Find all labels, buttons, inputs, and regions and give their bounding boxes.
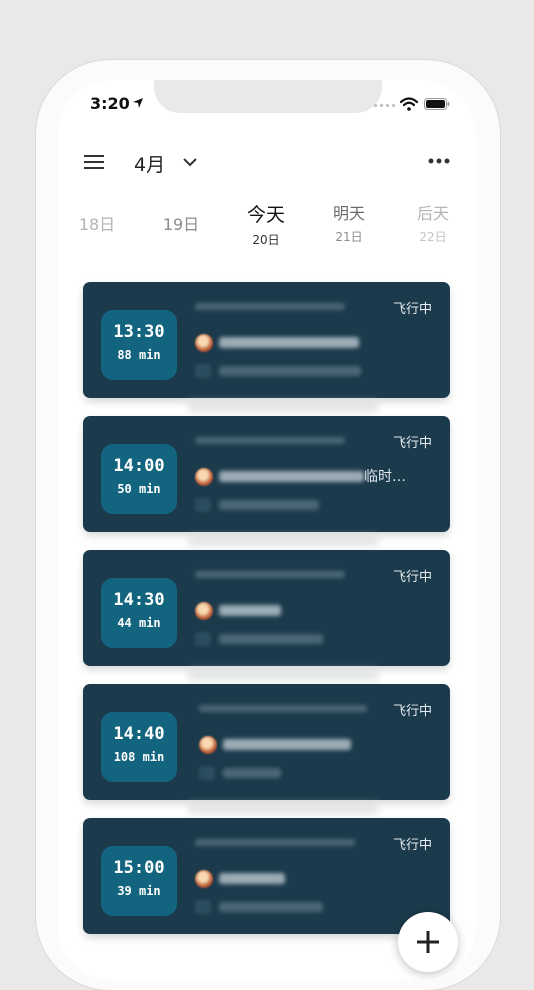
- plane-icon: [195, 900, 211, 914]
- day-tab-today[interactable]: 今天 20日: [238, 200, 294, 248]
- flight-time-box: 14:30 44 min: [101, 578, 177, 648]
- airline-logo-icon: [195, 334, 213, 352]
- status-time: 3:20: [90, 94, 130, 113]
- day-tab-tomorrow[interactable]: 明天 21日: [324, 200, 374, 245]
- flight-card[interactable]: 14:40 108 min 飞行中: [83, 684, 450, 800]
- redacted-text: [219, 366, 361, 376]
- flight-time-box: 14:40 108 min: [101, 712, 177, 782]
- flight-note: 临时…: [364, 469, 406, 485]
- redacted-text: [219, 873, 285, 884]
- flight-card[interactable]: 13:30 88 min 飞行中: [83, 282, 450, 398]
- device-notch: [154, 80, 382, 113]
- wifi-icon: [400, 97, 418, 111]
- menu-icon[interactable]: [84, 154, 104, 170]
- flight-status: 飞行中: [392, 570, 432, 585]
- redacted-text: [188, 670, 378, 680]
- flight-time: 14:00: [113, 456, 165, 476]
- plus-icon: [417, 931, 439, 953]
- flight-time: 13:30: [113, 322, 165, 342]
- day-tab-day-after[interactable]: 后天 22日: [408, 200, 458, 245]
- redacted-text: [188, 536, 378, 546]
- flight-time: 14:30: [113, 590, 165, 610]
- add-flight-button[interactable]: [398, 912, 458, 972]
- redacted-text: [223, 739, 351, 750]
- flight-time: 14:40: [113, 724, 165, 744]
- airline-logo-icon: [195, 468, 213, 486]
- flight-status: 飞行中: [392, 838, 432, 853]
- day-tab-19[interactable]: 19日: [156, 211, 206, 235]
- day-tab-18[interactable]: 18日: [72, 211, 122, 235]
- redacted-text: [195, 303, 345, 310]
- flight-duration: 39 min: [117, 884, 161, 898]
- redacted-text: [219, 337, 359, 348]
- flight-duration: 108 min: [113, 750, 165, 764]
- date-strip: 18日 19日 今天 20日 明天 21日 后天 22日: [58, 198, 476, 248]
- flight-duration: 44 min: [117, 616, 161, 630]
- redacted-text: [219, 605, 281, 616]
- flight-duration: 50 min: [117, 482, 161, 496]
- redacted-text: [199, 705, 367, 712]
- plane-icon: [195, 632, 211, 646]
- chevron-down-icon[interactable]: [182, 156, 198, 168]
- signal-dots-icon: [374, 104, 395, 107]
- flight-time-box: 14:00 50 min: [101, 444, 177, 514]
- flight-duration: 88 min: [117, 348, 161, 362]
- redacted-text: [195, 437, 345, 444]
- app-screen: 3:20 4月 18日 19日 今天 20日 明天 21日 后天 22日 13:…: [58, 80, 476, 980]
- redacted-text: [219, 500, 319, 510]
- airline-logo-icon: [199, 736, 217, 754]
- flight-card[interactable]: 14:00 50 min 飞行中 临时…: [83, 416, 450, 532]
- battery-icon: [424, 98, 450, 110]
- flight-time-box: 15:00 39 min: [101, 846, 177, 916]
- plane-icon: [195, 364, 211, 378]
- redacted-text: [195, 839, 355, 846]
- redacted-text: [223, 768, 281, 778]
- flight-time: 15:00: [113, 858, 165, 878]
- month-selector[interactable]: 4月: [134, 150, 165, 177]
- redacted-text: [219, 634, 323, 644]
- redacted-text: [188, 402, 378, 412]
- flight-card[interactable]: 14:30 44 min 飞行中: [83, 550, 450, 666]
- redacted-text: [219, 902, 323, 912]
- flight-status: 飞行中: [392, 302, 432, 317]
- airline-logo-icon: [195, 870, 213, 888]
- redacted-text: [188, 804, 378, 814]
- plane-icon: [199, 766, 215, 780]
- flight-card[interactable]: 15:00 39 min 飞行中: [83, 818, 450, 934]
- more-options-icon[interactable]: [428, 158, 450, 164]
- plane-icon: [195, 498, 211, 512]
- flight-status: 飞行中: [392, 436, 432, 451]
- location-arrow-icon: [133, 98, 143, 108]
- flight-status: 飞行中: [392, 704, 432, 719]
- flight-time-box: 13:30 88 min: [101, 310, 177, 380]
- airline-logo-icon: [195, 602, 213, 620]
- redacted-text: [219, 471, 364, 482]
- redacted-text: [195, 571, 345, 578]
